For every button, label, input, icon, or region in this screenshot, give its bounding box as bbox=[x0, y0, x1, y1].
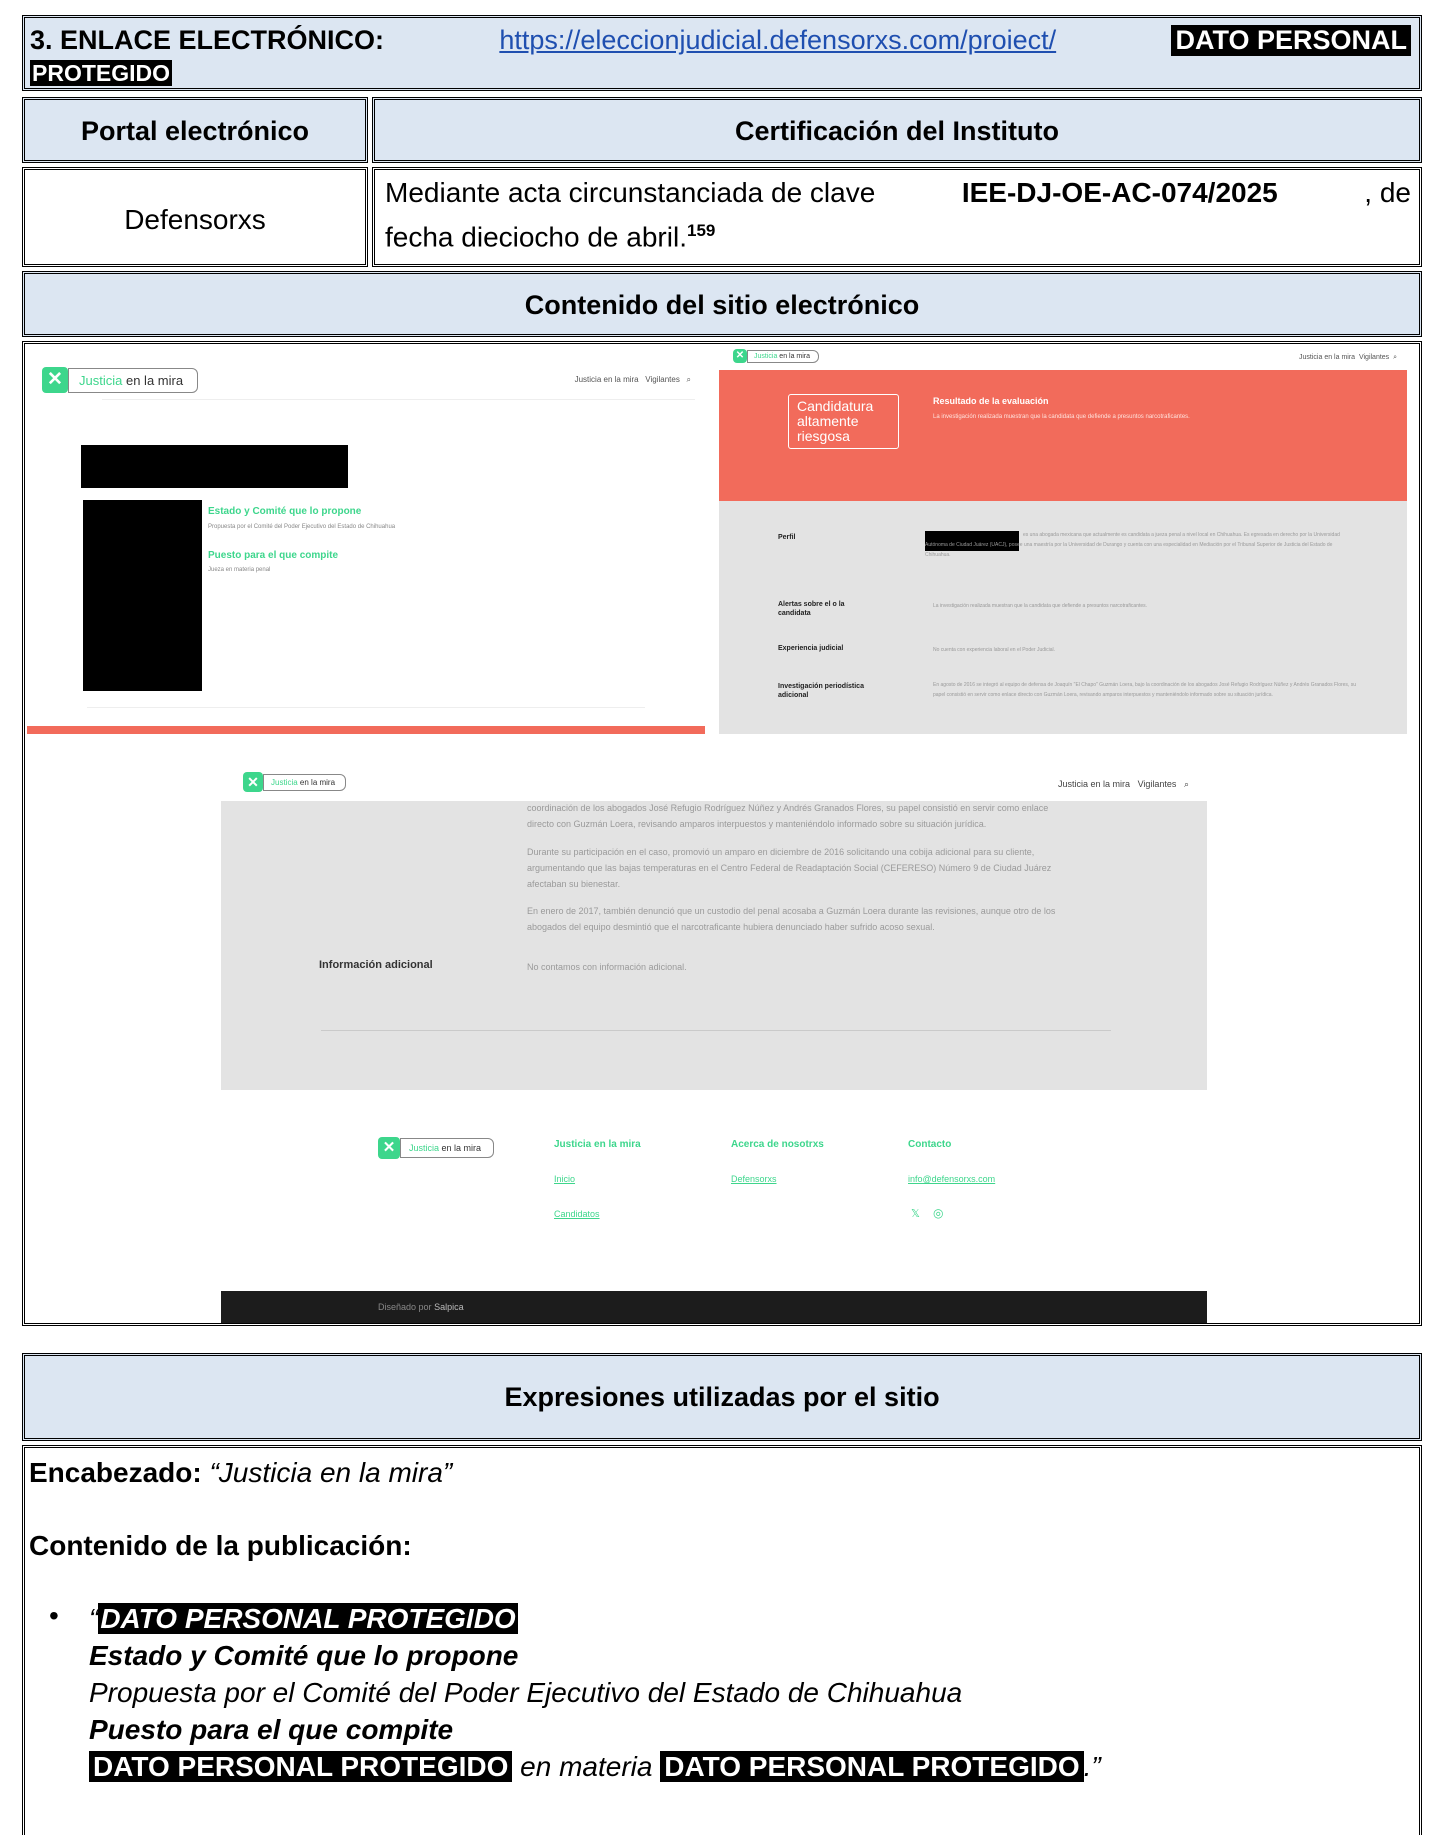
x-logo-icon: ✕ bbox=[733, 349, 747, 363]
footer-link-defensorxs[interactable]: Defensorxs bbox=[731, 1174, 777, 1184]
cert-prefix: Mediante acta circunstanciada de clave bbox=[385, 177, 876, 208]
detail-paragraph-1: coordinación de los abogados José Refugi… bbox=[527, 803, 1049, 829]
portal-name: Defensorxs bbox=[124, 204, 266, 235]
redacted-block: DATO PERSONAL bbox=[1171, 25, 1411, 56]
site-nav: Justicia en la mira Vigilantes ⌕ bbox=[575, 375, 691, 385]
content-header-cell: Contenido del sitio electrónico bbox=[22, 271, 1422, 337]
expressions-cell: Encabezado: “Justicia en la mira” Conten… bbox=[22, 1445, 1422, 1835]
footer-logo: ✕ Justicia en la mira bbox=[378, 1137, 495, 1159]
certification-text: Mediante acta circunstanciada de clave I… bbox=[385, 174, 1411, 256]
quote-label-estado: Estado y Comité que lo propone bbox=[89, 1640, 519, 1671]
content-header: Contenido del sitio electrónico bbox=[524, 290, 920, 320]
result-title: Resultado de la evaluación bbox=[933, 396, 1049, 406]
encabezado-value: “Justicia en la mira” bbox=[209, 1457, 453, 1488]
instagram-icon[interactable]: ◎ bbox=[933, 1206, 943, 1220]
x-logo-icon: ✕ bbox=[378, 1137, 400, 1159]
contenido-label: Contenido de la publicación: bbox=[29, 1530, 412, 1561]
cert-date: fecha dieciocho de abril. bbox=[385, 221, 687, 253]
search-icon[interactable]: ⌕ bbox=[1393, 354, 1397, 361]
credit-text: Diseñado por Salpica bbox=[378, 1302, 464, 1312]
screenshots-cell: ✕ Justicia en la mira Justicia en la mir… bbox=[22, 341, 1422, 1326]
footer-heading-contacto: Contacto bbox=[908, 1139, 952, 1150]
risk-badge: Candidatura altamente riesgosa bbox=[788, 394, 899, 449]
value-estado: Propuesta por el Comité del Poder Ejecut… bbox=[208, 524, 396, 530]
credit-bar: Diseñado por Salpica bbox=[221, 1291, 1207, 1323]
label-experiencia: Experiencia judicial bbox=[778, 645, 844, 652]
investigacion-text: En agosto de 2016 se integró al equipo d… bbox=[933, 682, 1356, 698]
site-logo: ✕ Justicia en la mira bbox=[733, 349, 820, 363]
site-logo: ✕ Justicia en la mira bbox=[42, 367, 199, 393]
certification-header-cell: Certificación del Instituto bbox=[372, 97, 1422, 163]
bullet-icon: • bbox=[49, 1600, 59, 1631]
info-adicional-text: No contamos con información adicional. bbox=[527, 962, 687, 972]
nav-justicia[interactable]: Justicia en la mira bbox=[575, 375, 639, 384]
encabezado-line: Encabezado: “Justicia en la mira” bbox=[29, 1457, 452, 1489]
detail-paragraph-2: Durante su participación en el caso, pro… bbox=[527, 847, 1052, 889]
footer-heading-acerca: Acerca de nosotrxs bbox=[731, 1139, 824, 1150]
label-puesto: Puesto para el que compite bbox=[208, 550, 339, 561]
label-alertas: Alertas sobre el o la candidata bbox=[778, 601, 845, 617]
screenshot-detail-footer: adicional ✕ Justicia en la mira Justicia… bbox=[221, 765, 1207, 1323]
close-quote: .” bbox=[1083, 1751, 1101, 1782]
link-header-row: 3. ENLACE ELECTRÓNICO: https://eleccionj… bbox=[22, 15, 1422, 91]
expressions-header: Expresiones utilizadas por el sitio bbox=[504, 1382, 940, 1412]
redacted-block: DATO PERSONAL PROTEGIDO bbox=[98, 1603, 518, 1634]
label-perfil: Perfil bbox=[778, 534, 796, 541]
quote-value-estado: Propuesta por el Comité del Poder Ejecut… bbox=[89, 1677, 963, 1708]
footer-link-inicio[interactable]: Inicio bbox=[554, 1174, 575, 1184]
experiencia-text: No cuenta con experiencia laboral en el … bbox=[933, 647, 1056, 653]
expressions-header-cell: Expresiones utilizadas por el sitio bbox=[22, 1353, 1422, 1441]
screenshot-profile-top: ✕ Justicia en la mira Justicia en la mir… bbox=[27, 344, 705, 734]
alertas-text: La investigación realizada muestran que … bbox=[933, 603, 1148, 609]
redacted-block bbox=[81, 445, 348, 488]
site-logo: ✕ Justicia en la mira bbox=[243, 772, 347, 792]
label-info-adicional: Información adicional bbox=[319, 959, 433, 971]
risk-banner: Candidatura altamente riesgosa Resultado d… bbox=[719, 370, 1407, 501]
redacted-block: PROTEGIDO bbox=[30, 60, 173, 86]
redacted-block: DATO PERSONAL PROTEGIDO bbox=[89, 1751, 513, 1782]
x-logo-icon: ✕ bbox=[42, 367, 68, 393]
portal-header-cell: Portal electrónico bbox=[22, 97, 368, 163]
footnote-ref[interactable]: 159 bbox=[687, 221, 715, 240]
detail-paragraph-3: En enero de 2017, también denunció que u… bbox=[527, 906, 1056, 932]
search-icon[interactable]: ⌕ bbox=[1184, 779, 1189, 789]
redacted-block: DATO PERSONAL PROTEGIDO bbox=[660, 1751, 1084, 1782]
footer-link-candidatos[interactable]: Candidatos bbox=[554, 1209, 600, 1219]
footer-link-email[interactable]: info@defensorxs.com bbox=[908, 1174, 995, 1184]
site-url-link[interactable]: https://eleccionjudicial.defensorxs.com/… bbox=[499, 25, 1056, 56]
footer-heading-justicia: Justicia en la mira bbox=[554, 1139, 641, 1150]
cert-mid: , de bbox=[1364, 177, 1411, 208]
nav-vigilantes[interactable]: Vigilantes bbox=[645, 375, 680, 384]
en-materia-text: en materia bbox=[512, 1751, 661, 1782]
cert-code: IEE-DJ-OE-AC-074/2025 bbox=[961, 177, 1278, 208]
site-nav: Justicia en la mira Vigilantes ⌕ bbox=[1299, 354, 1397, 361]
value-puesto: Jueza en materia penal bbox=[208, 567, 271, 573]
label-estado: Estado y Comité que lo propone bbox=[208, 506, 362, 517]
redacted-photo-block bbox=[83, 500, 202, 691]
result-text: La investigación realizada muestran que … bbox=[933, 414, 1190, 420]
x-social-icon[interactable]: 𝕏 bbox=[911, 1207, 920, 1220]
certification-header: Certificación del Instituto bbox=[734, 116, 1060, 146]
search-icon[interactable]: ⌕ bbox=[687, 375, 691, 384]
certification-value-cell: Mediante acta circunstanciada de clave I… bbox=[372, 167, 1422, 267]
quote-label-puesto: Puesto para el que compite bbox=[89, 1714, 454, 1745]
portal-value-cell: Defensorxs bbox=[22, 167, 368, 267]
open-quote: “ bbox=[89, 1603, 99, 1634]
label-investigacion: Investigación periodística adicional bbox=[778, 683, 864, 699]
quoted-content: “DATO PERSONAL PROTEGIDO Estado y Comité… bbox=[89, 1600, 1101, 1785]
site-nav: Justicia en la mira Vigilantes ⌕ bbox=[1058, 779, 1189, 789]
link-header-line1: 3. ENLACE ELECTRÓNICO: https://eleccionj… bbox=[30, 25, 1411, 56]
screenshot-evaluation: ✕ Justicia en la mira Justicia en la mir… bbox=[719, 344, 1407, 734]
site-footer: ✕ Justicia en la mira Justicia en la mir… bbox=[221, 1090, 1207, 1297]
link-header-title: 3. ENLACE ELECTRÓNICO: bbox=[30, 25, 385, 55]
encabezado-label: Encabezado: bbox=[29, 1457, 202, 1488]
x-logo-icon: ✕ bbox=[243, 772, 263, 792]
perfil-text: es una abogada mexicana que actualmente … bbox=[925, 532, 1340, 558]
portal-header: Portal electrónico bbox=[80, 116, 310, 146]
